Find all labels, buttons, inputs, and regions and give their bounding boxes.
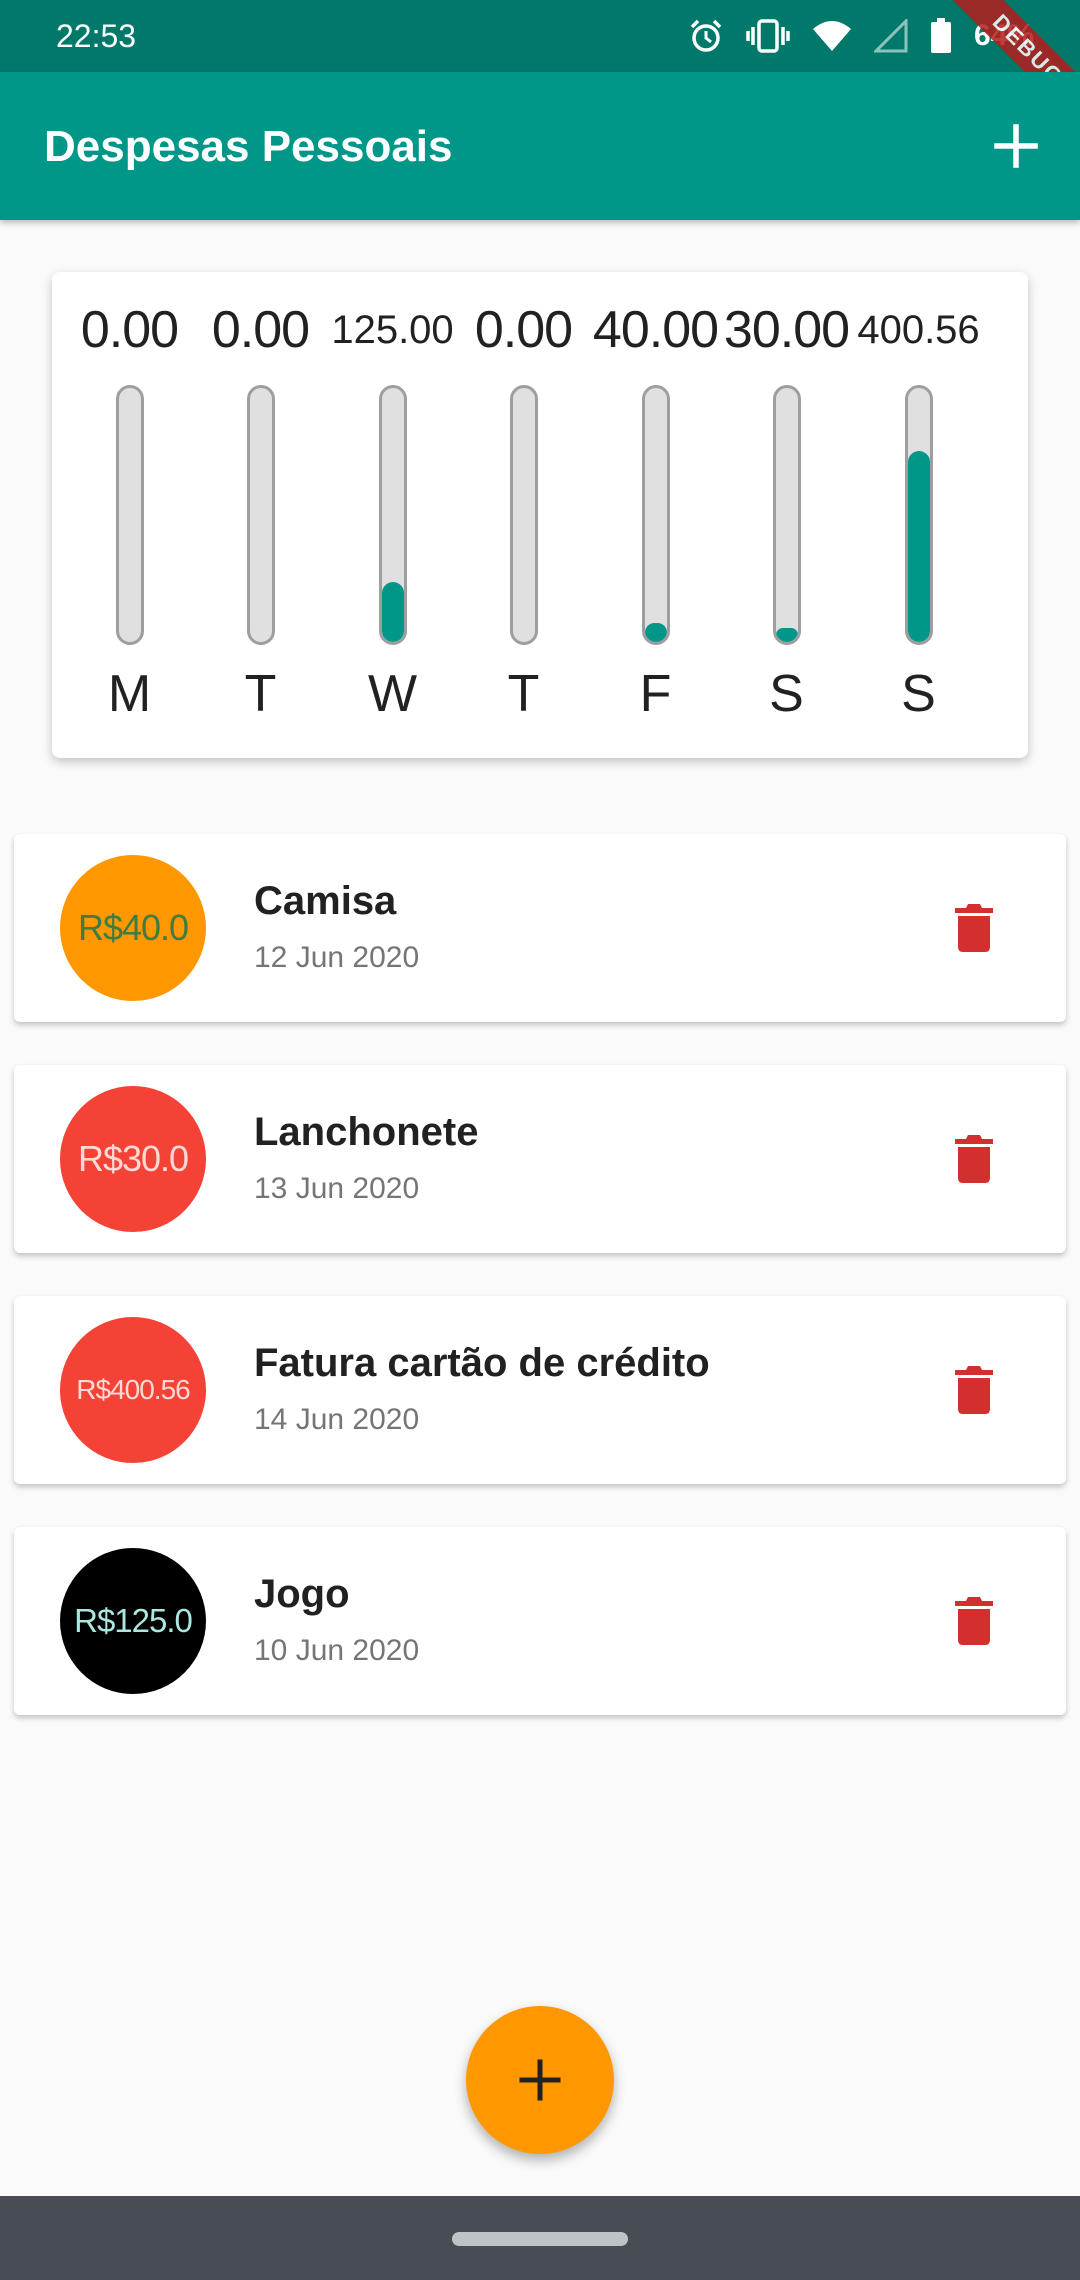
vibrate-icon — [746, 18, 790, 54]
chart-value: 400.56 — [857, 307, 980, 352]
amount-avatar: R$30.0 — [60, 1086, 206, 1232]
add-transaction-button[interactable] — [980, 110, 1052, 182]
transaction-date: 13 Jun 2020 — [254, 1172, 420, 1205]
chart-day-label: M — [107, 665, 152, 723]
add-icon — [519, 2059, 561, 2101]
chart-column: 0.00 M — [64, 272, 195, 758]
battery-icon — [930, 18, 952, 54]
chart-column: 400.56 S — [853, 272, 984, 758]
status-bar: 22:53 — [0, 0, 1080, 72]
transaction-title: Lanchonete — [254, 1110, 479, 1154]
wifi-icon — [812, 19, 852, 53]
app-bar: Despesas Pessoais — [0, 72, 1080, 220]
transaction-title: Jogo — [254, 1572, 350, 1616]
delete-button[interactable] — [944, 898, 1004, 958]
trash-icon — [955, 1597, 993, 1645]
delete-button[interactable] — [944, 1129, 1004, 1189]
delete-button[interactable] — [944, 1591, 1004, 1651]
system-nav-bar — [0, 2196, 1080, 2280]
transaction-date: 12 Jun 2020 — [254, 941, 420, 974]
transaction-date: 14 Jun 2020 — [254, 1403, 420, 1436]
transaction-item[interactable]: R$125.0 Jogo 10 Jun 2020 — [14, 1527, 1066, 1715]
chart-bar-track — [772, 385, 801, 645]
chart-bar-fill — [907, 451, 930, 642]
home-gesture-handle[interactable] — [452, 2232, 628, 2246]
chart-bar-track — [509, 385, 538, 645]
chart-bar-fill — [775, 627, 798, 642]
chart-column: 30.00 S — [721, 272, 852, 758]
transaction-item[interactable]: R$400.56 Fatura cartão de crédito 14 Jun… — [14, 1296, 1066, 1484]
chart-day-label: W — [367, 665, 418, 723]
chart-day-label: S — [901, 665, 936, 723]
alarm-icon — [688, 18, 724, 54]
trash-icon — [955, 904, 993, 952]
transaction-item[interactable]: R$30.0 Lanchonete 13 Jun 2020 — [14, 1065, 1066, 1253]
chart-day-label: T — [244, 665, 277, 723]
chart-day-label: F — [639, 665, 672, 723]
chart-column: 0.00 T — [195, 272, 326, 758]
chart-bar-track — [115, 385, 144, 645]
chart-value: 0.00 — [474, 301, 573, 359]
app-title: Despesas Pessoais — [44, 122, 453, 171]
chart-value: 0.00 — [211, 301, 310, 359]
chart-bar-track — [904, 385, 933, 645]
amount-avatar: R$400.56 — [60, 1317, 206, 1463]
chart-bar-fill — [381, 582, 404, 642]
transaction-title: Camisa — [254, 879, 397, 923]
amount-avatar: R$125.0 — [60, 1548, 206, 1694]
chart-column: 125.00 W — [327, 272, 458, 758]
chart-bar-track — [246, 385, 275, 645]
trash-icon — [955, 1366, 993, 1414]
transaction-item[interactable]: R$40.0 Camisa 12 Jun 2020 — [14, 834, 1066, 1022]
weekly-chart-card: 0.00 M 0.00 T 125.00 W 0.00 T 40.00 F 30… — [52, 272, 1028, 758]
chart-value: 125.00 — [331, 307, 454, 352]
chart-value: 30.00 — [723, 301, 850, 359]
chart-bar-track — [641, 385, 670, 645]
chart-day-label: T — [507, 665, 540, 723]
chart-column: 40.00 F — [590, 272, 721, 758]
transaction-title: Fatura cartão de crédito — [254, 1341, 710, 1385]
chart-column: 0.00 T — [458, 272, 589, 758]
delete-button[interactable] — [944, 1360, 1004, 1420]
chart-bar-track — [378, 385, 407, 645]
chart-value: 40.00 — [592, 301, 719, 359]
transaction-date: 10 Jun 2020 — [254, 1634, 420, 1667]
amount-avatar: R$40.0 — [60, 855, 206, 1001]
chart-bar-fill — [644, 622, 667, 642]
chart-day-label: S — [769, 665, 804, 723]
trash-icon — [955, 1135, 993, 1183]
add-icon — [994, 124, 1038, 168]
signal-icon — [873, 19, 908, 53]
fab-add-button[interactable] — [466, 2006, 614, 2154]
status-time: 22:53 — [56, 18, 137, 54]
chart-value: 0.00 — [80, 301, 179, 359]
